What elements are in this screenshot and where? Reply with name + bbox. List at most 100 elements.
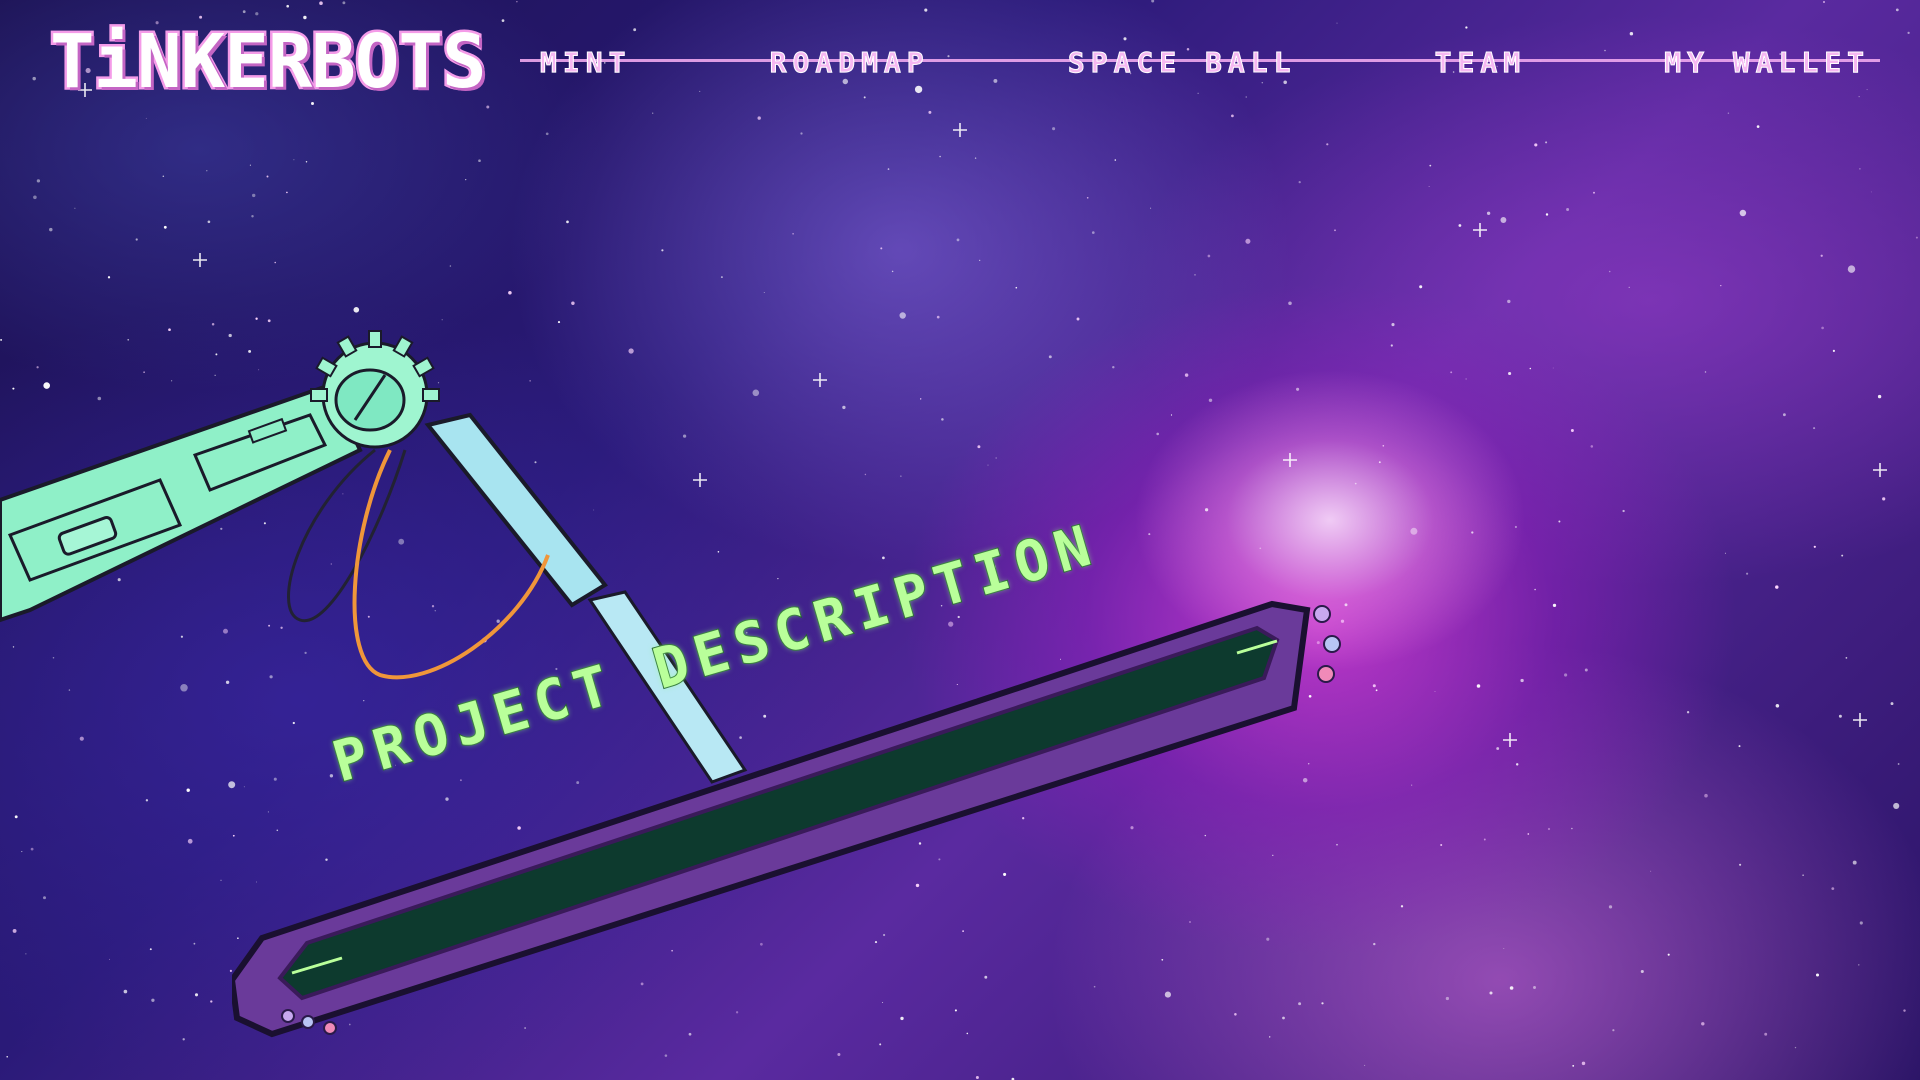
star bbox=[1870, 191, 1872, 193]
nav-item-mint[interactable]: MINT bbox=[530, 40, 641, 85]
star bbox=[1378, 461, 1381, 464]
star bbox=[149, 948, 152, 951]
star bbox=[30, 847, 34, 851]
star bbox=[1086, 196, 1089, 199]
star bbox=[1581, 1061, 1586, 1066]
star bbox=[25, 953, 27, 955]
star bbox=[449, 265, 452, 267]
star bbox=[1483, 838, 1486, 841]
star bbox=[1410, 527, 1418, 535]
star bbox=[1298, 180, 1301, 184]
star bbox=[49, 227, 53, 232]
nav-item-team[interactable]: TEAM bbox=[1425, 40, 1536, 85]
star bbox=[1547, 827, 1551, 831]
star bbox=[566, 220, 569, 224]
star bbox=[1091, 231, 1095, 234]
star bbox=[1820, 254, 1823, 257]
star bbox=[928, 110, 932, 114]
star bbox=[206, 170, 208, 172]
sparkle-star bbox=[1873, 463, 1887, 477]
star bbox=[1628, 286, 1630, 288]
star bbox=[899, 312, 906, 319]
star bbox=[1207, 254, 1211, 258]
star bbox=[1612, 1029, 1615, 1032]
nav-menu: MINT ROADMAP SPACE BALL TEAM MY WALLET bbox=[530, 40, 1880, 85]
star bbox=[720, 276, 723, 279]
star bbox=[1471, 531, 1474, 534]
star bbox=[252, 193, 256, 198]
star bbox=[887, 168, 890, 170]
star bbox=[763, 292, 765, 293]
star bbox=[1739, 863, 1742, 866]
star bbox=[123, 989, 128, 994]
star bbox=[266, 175, 269, 178]
star bbox=[1858, 964, 1860, 966]
star bbox=[975, 1075, 979, 1080]
star bbox=[242, 10, 246, 14]
star bbox=[207, 220, 211, 224]
star bbox=[220, 879, 222, 881]
star bbox=[1823, 1, 1825, 3]
star bbox=[1296, 387, 1300, 391]
star bbox=[1590, 445, 1594, 448]
star bbox=[1895, 8, 1899, 12]
star bbox=[135, 238, 138, 241]
nav-item-space-ball[interactable]: SPACE BALL bbox=[1058, 40, 1307, 85]
sparkle-star bbox=[193, 253, 207, 267]
star bbox=[516, 1, 518, 3]
star bbox=[1738, 745, 1741, 748]
star bbox=[286, 191, 288, 194]
star bbox=[1724, 552, 1726, 554]
star bbox=[36, 179, 41, 183]
star bbox=[187, 838, 193, 844]
star bbox=[1204, 508, 1209, 512]
star bbox=[151, 998, 155, 1002]
star bbox=[1156, 432, 1160, 436]
star bbox=[486, 105, 490, 109]
star bbox=[1503, 948, 1505, 949]
star bbox=[1148, 533, 1151, 536]
star bbox=[211, 322, 215, 326]
star bbox=[1782, 413, 1786, 417]
star bbox=[109, 958, 110, 960]
star bbox=[14, 815, 18, 819]
star bbox=[837, 1053, 841, 1056]
star bbox=[1608, 905, 1613, 909]
page: TiNKERBOTS MINT ROADMAP SPACE BALL TEAM … bbox=[0, 0, 1920, 1080]
star bbox=[1529, 367, 1532, 370]
star bbox=[12, 928, 17, 933]
star bbox=[1151, 0, 1155, 3]
star bbox=[1852, 860, 1857, 865]
star bbox=[465, 178, 467, 181]
star bbox=[1208, 398, 1213, 403]
sparkle-star bbox=[1473, 223, 1487, 237]
star bbox=[1802, 874, 1804, 876]
top-navigation: TiNKERBOTS MINT ROADMAP SPACE BALL TEAM … bbox=[48, 20, 1880, 105]
star bbox=[1465, 378, 1467, 380]
star bbox=[1570, 429, 1574, 432]
nav-item-roadmap[interactable]: ROADMAP bbox=[760, 40, 940, 85]
star bbox=[1847, 265, 1856, 273]
star bbox=[319, 1, 323, 5]
star bbox=[1231, 114, 1234, 118]
star bbox=[145, 117, 147, 119]
star bbox=[353, 306, 360, 313]
star bbox=[43, 896, 46, 900]
star bbox=[107, 276, 111, 279]
star bbox=[995, 457, 997, 459]
star bbox=[864, 473, 867, 476]
star bbox=[251, 215, 254, 218]
brand-logo[interactable]: TiNKERBOTS bbox=[48, 20, 490, 105]
star bbox=[1194, 274, 1196, 276]
star bbox=[1746, 572, 1749, 575]
star bbox=[1534, 588, 1536, 591]
sparkle-star bbox=[1503, 733, 1517, 747]
star bbox=[1500, 217, 1507, 223]
star bbox=[882, 556, 885, 560]
star bbox=[274, 261, 276, 264]
star bbox=[1727, 112, 1730, 114]
star bbox=[956, 238, 960, 242]
star bbox=[1584, 668, 1588, 672]
nav-item-my-wallet[interactable]: MY WALLET bbox=[1654, 40, 1880, 85]
star bbox=[1411, 784, 1413, 786]
